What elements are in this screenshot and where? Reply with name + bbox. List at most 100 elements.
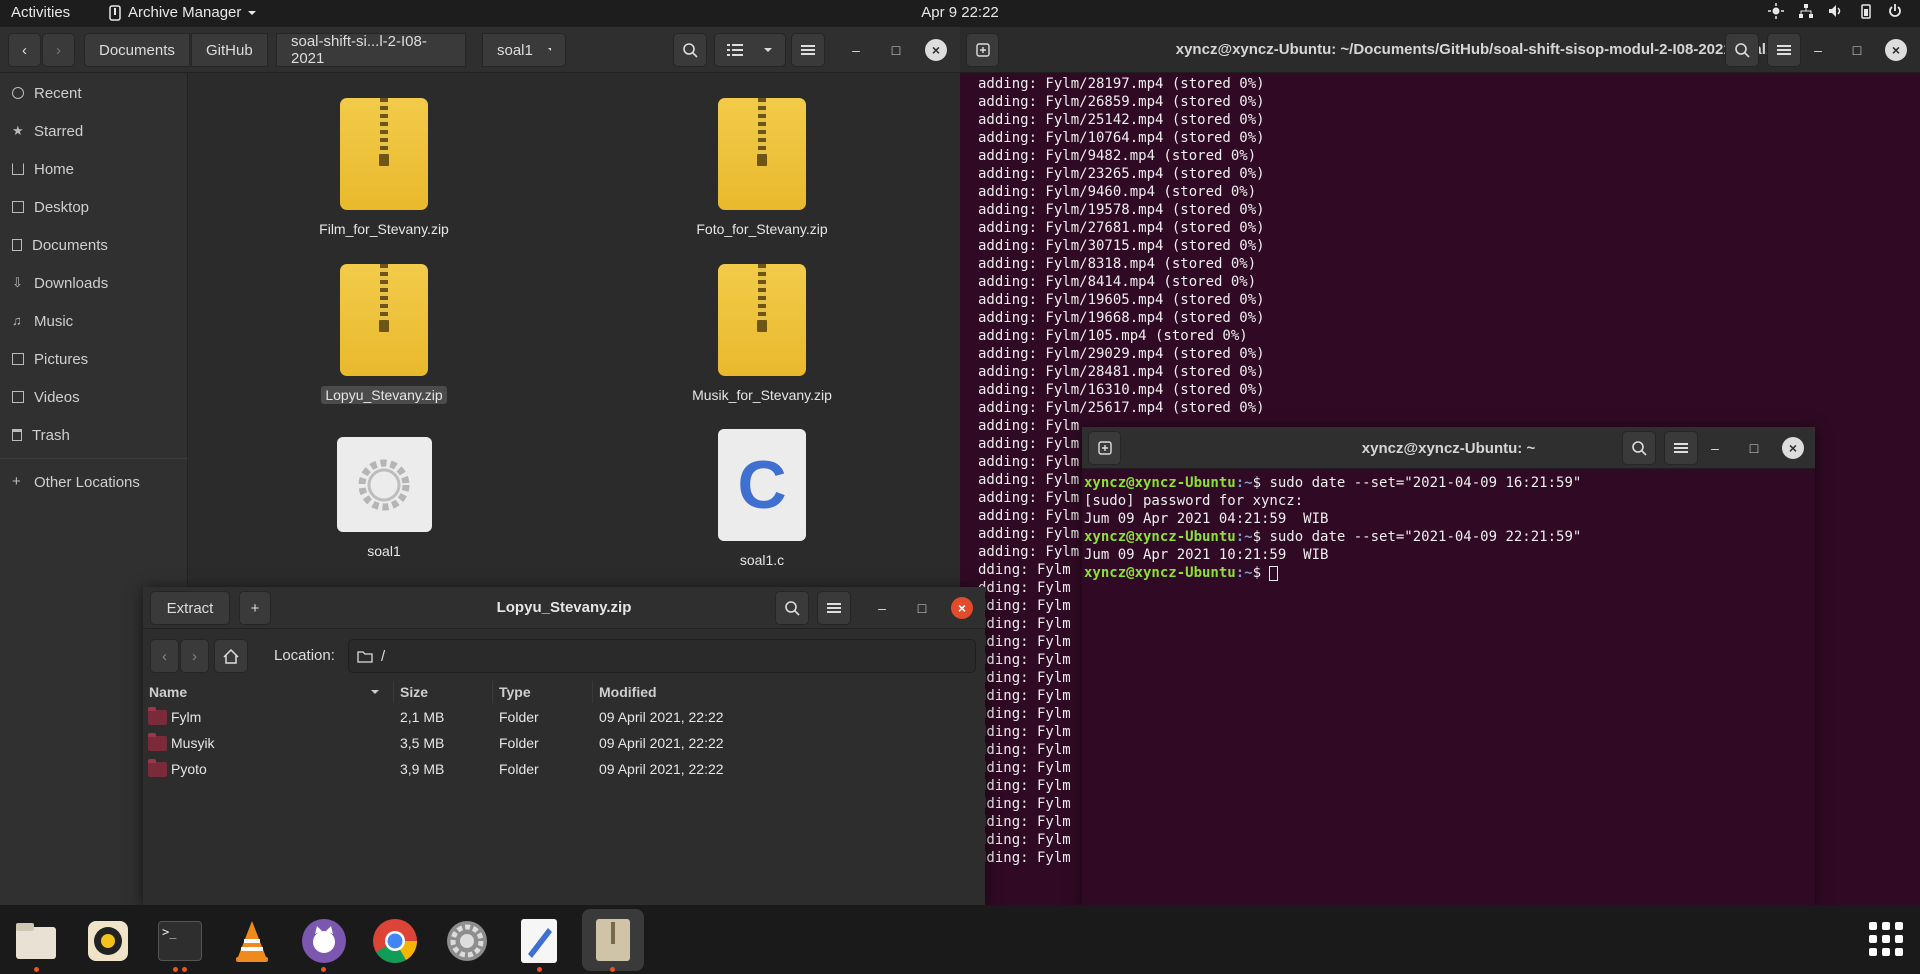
prompt-path: :~: [1235, 565, 1253, 581]
location-bar: ‹ › Location: /: [143, 629, 985, 681]
terminal-output[interactable]: xyncz@xyncz-Ubuntu:~$ sudo date --set="2…: [1084, 474, 1581, 582]
terminal-line: adding: Fylm/10764.mp4 (stored 0%): [978, 130, 1265, 146]
sidebar-item-label: Music: [34, 312, 74, 330]
file-name: soal1: [367, 543, 401, 559]
home-button[interactable]: [214, 639, 248, 673]
file-item[interactable]: Film_for_Stevany.zip: [284, 98, 484, 238]
minimize-button[interactable]: –: [1704, 437, 1726, 459]
row-type: Folder: [499, 735, 539, 751]
file-item[interactable]: soal1: [284, 437, 484, 560]
show-apps-button[interactable]: [1869, 922, 1903, 956]
terminal-line: adding: Fylm/26859.mp4 (stored 0%): [978, 94, 1265, 110]
file-item[interactable]: Musik_for_Stevany.zip: [662, 264, 862, 404]
dock-github-desktop[interactable]: [296, 913, 352, 969]
clock[interactable]: Apr 9 22:22: [0, 4, 1920, 21]
grid-icon: [1882, 922, 1890, 930]
dock-rhythmbox[interactable]: [80, 913, 136, 969]
prompt-path: :~: [1235, 475, 1253, 491]
star-icon: ★: [12, 123, 24, 138]
view-options-button[interactable]: [714, 33, 786, 67]
top-bar: Activities Archive Manager Apr 9 22:22: [0, 0, 1920, 27]
volume-icon: [1829, 5, 1841, 17]
dock-chrome[interactable]: [367, 913, 423, 969]
sidebar-item-music[interactable]: ♫ Music: [12, 306, 73, 336]
archive-search-button[interactable]: [775, 591, 809, 625]
minimize-button[interactable]: –: [845, 39, 867, 61]
location-field[interactable]: /: [348, 639, 976, 673]
chevron-down-icon: [547, 48, 551, 52]
system-tray[interactable]: [1768, 3, 1902, 19]
sidebar-item-documents[interactable]: Documents: [12, 230, 108, 260]
row-size: 3,9 MB: [400, 761, 445, 777]
file-item[interactable]: Foto_for_Stevany.zip: [662, 98, 862, 238]
sidebar-item-recent[interactable]: Recent: [12, 78, 82, 108]
breadcrumb-soal1[interactable]: soal1: [482, 33, 566, 67]
zip-file-icon: [340, 264, 428, 376]
dock-archive-manager[interactable]: [582, 909, 644, 971]
minimize-icon: –: [1711, 440, 1719, 456]
close-button[interactable]: ×: [951, 597, 973, 619]
search-button[interactable]: [673, 33, 707, 67]
file-item[interactable]: C soal1.c: [662, 429, 862, 569]
table-row[interactable]: Fylm 2,1 MB Folder 09 April 2021, 22:22: [143, 704, 985, 730]
column-type[interactable]: Type: [492, 681, 587, 703]
hamburger-icon: [1674, 443, 1688, 453]
terminal-menu-button[interactable]: [1767, 33, 1801, 67]
column-size[interactable]: Size: [393, 681, 488, 703]
column-modified[interactable]: Modified: [592, 681, 985, 703]
back-button[interactable]: ‹: [150, 639, 179, 673]
row-type: Folder: [499, 761, 539, 777]
sidebar-item-pictures[interactable]: Pictures: [12, 344, 88, 374]
close-button[interactable]: ×: [1885, 39, 1907, 61]
file-item-selected[interactable]: Lopyu_Stevany.zip: [284, 264, 484, 404]
activities-button[interactable]: Activities: [11, 4, 70, 21]
sidebar-item-home[interactable]: Home: [12, 154, 74, 184]
breadcrumb-documents[interactable]: Documents: [84, 33, 190, 67]
minimize-button[interactable]: –: [871, 597, 893, 619]
app-menu[interactable]: Archive Manager: [108, 4, 257, 21]
output-line: [sudo] password for xyncz:: [1084, 493, 1304, 509]
maximize-button[interactable]: □: [1846, 39, 1868, 61]
grid-icon: [1882, 935, 1890, 943]
dock-terminal[interactable]: >_: [152, 913, 208, 969]
close-button[interactable]: ×: [925, 39, 947, 61]
terminal-line: adding: Fylm/28197.mp4 (stored 0%): [978, 76, 1265, 92]
archive-menu-button[interactable]: [817, 591, 851, 625]
back-button[interactable]: ‹: [8, 33, 41, 67]
folder-icon: [148, 732, 167, 751]
table-row[interactable]: Musyik 3,5 MB Folder 09 April 2021, 22:2…: [143, 730, 985, 756]
battery-icon: [1861, 4, 1871, 19]
dock-files[interactable]: [8, 913, 64, 969]
location-label: Location:: [274, 647, 335, 664]
dock-settings[interactable]: [439, 913, 495, 969]
breadcrumb-github[interactable]: GitHub: [191, 33, 268, 67]
sidebar-item-trash[interactable]: Trash: [12, 420, 70, 450]
terminal-search-button[interactable]: [1622, 431, 1656, 465]
maximize-button[interactable]: □: [885, 39, 907, 61]
sidebar-item-downloads[interactable]: ⇩ Downloads: [12, 268, 108, 298]
sidebar-item-videos[interactable]: Videos: [12, 382, 80, 412]
grid-icon: [1895, 922, 1903, 930]
menu-button[interactable]: [791, 33, 825, 67]
search-icon: [1735, 43, 1750, 58]
table-row[interactable]: Pyoto 3,9 MB Folder 09 April 2021, 22:22: [143, 756, 985, 782]
maximize-icon: □: [1749, 440, 1759, 456]
breadcrumb-soal-shift[interactable]: soal-shift-si...l-2-I08-2021: [276, 33, 466, 67]
close-button[interactable]: ×: [1782, 437, 1804, 459]
sidebar-item-starred[interactable]: ★ Starred: [12, 116, 83, 146]
terminal-search-button[interactable]: [1725, 33, 1759, 67]
maximize-button[interactable]: □: [1743, 437, 1765, 459]
sidebar-item-other-locations[interactable]: + Other Locations: [12, 467, 140, 497]
sidebar-item-desktop[interactable]: Desktop: [12, 192, 89, 222]
output-line: Jum 09 Apr 2021 04:21:59 WIB: [1084, 511, 1329, 527]
forward-button[interactable]: ›: [180, 639, 209, 673]
dock-vlc[interactable]: [224, 913, 280, 969]
dock-text-editor[interactable]: [511, 913, 567, 969]
column-name[interactable]: Name: [143, 681, 388, 703]
minimize-button[interactable]: –: [1807, 39, 1829, 61]
forward-button[interactable]: ›: [42, 33, 75, 67]
maximize-button[interactable]: □: [911, 597, 933, 619]
close-icon: ×: [957, 600, 967, 616]
terminal-menu-button[interactable]: [1664, 431, 1698, 465]
sidebar-item-label: Videos: [34, 388, 80, 406]
